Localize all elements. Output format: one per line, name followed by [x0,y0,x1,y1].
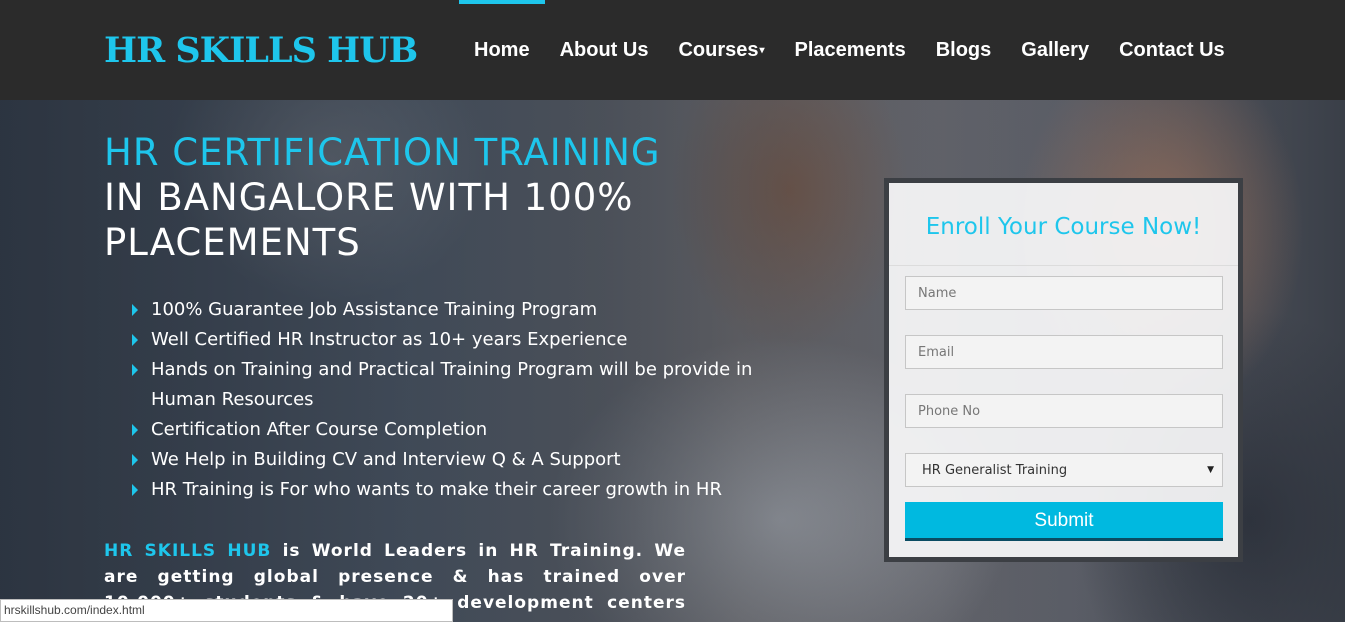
nav-placements-label: Placements [794,39,906,61]
browser-status-url: hrskillshub.com/index.html [0,599,453,622]
main-nav: Home About Us Courses▾ Placements Blogs … [459,0,1240,100]
feature-item: HR Training is For who wants to make the… [130,475,770,505]
headline-line-2: IN BANGALORE WITH 100% [104,176,634,219]
feature-list: 100% Guarantee Job Assistance Training P… [130,295,770,505]
headline-line-3: PLACEMENTS [104,221,361,264]
nav-gallery-label: Gallery [1021,39,1090,61]
name-input[interactable] [905,276,1223,310]
email-input[interactable] [905,335,1223,369]
phone-input[interactable] [905,394,1223,428]
nav-home-label: Home [474,39,530,61]
course-select[interactable]: HR Generalist Training ▼ [905,453,1223,487]
course-select-value: HR Generalist Training [922,462,1068,478]
hero-headline: HR CERTIFICATION TRAINING IN BANGALORE W… [104,130,661,265]
nav-courses-label: Courses [678,39,759,61]
feature-item: Certification After Course Completion [130,415,770,445]
nav-placements[interactable]: Placements [780,0,921,100]
feature-item: We Help in Building CV and Interview Q &… [130,445,770,475]
chevron-down-icon: ▾ [759,44,765,56]
nav-about-us[interactable]: About Us [545,0,664,100]
dropdown-arrow-icon: ▼ [1207,465,1214,475]
nav-courses[interactable]: Courses▾ [663,0,779,100]
nav-blogs-label: Blogs [935,39,992,61]
nav-contact-label: Contact Us [1119,39,1225,61]
nav-contact-us[interactable]: Contact Us [1104,0,1240,100]
nav-gallery[interactable]: Gallery [1006,0,1104,100]
submit-button[interactable]: Submit [905,502,1223,541]
headline-accent: HR CERTIFICATION TRAINING [104,131,661,174]
site-header: HR SKILLS HUB Home About Us Courses▾ Pla… [0,0,1345,100]
feature-item: Hands on Training and Practical Training… [130,355,770,415]
brand-logo[interactable]: HR SKILLS HUB [104,30,418,71]
nav-home[interactable]: Home [459,0,545,100]
nav-about-label: About Us [559,39,649,61]
enroll-form: Enroll Your Course Now! HR Generalist Tr… [884,178,1243,562]
enroll-title: Enroll Your Course Now! [889,183,1238,266]
feature-item: Well Certified HR Instructor as 10+ year… [130,325,770,355]
about-highlight: HR SKILLS HUB [104,541,272,561]
nav-blogs[interactable]: Blogs [921,0,1007,100]
feature-item: 100% Guarantee Job Assistance Training P… [130,295,770,325]
